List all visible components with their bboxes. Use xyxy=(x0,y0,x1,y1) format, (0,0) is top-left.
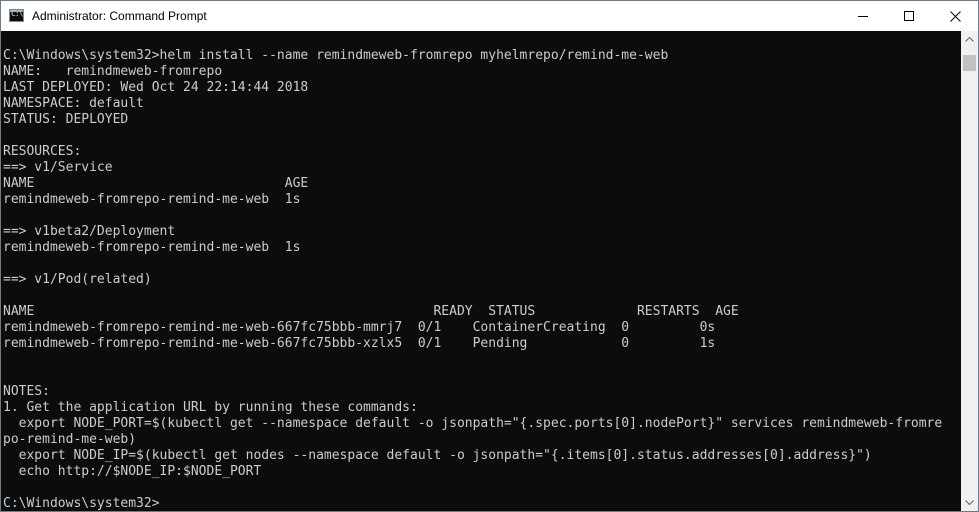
console-line: RESOURCES: xyxy=(3,144,82,159)
close-icon xyxy=(949,10,961,22)
console-line: ==> v1beta2/Deployment xyxy=(3,224,176,239)
console-line: NAMESPACE: default xyxy=(3,96,144,111)
console-line: remindmeweb-fromrepo-remind-me-web 1s xyxy=(3,192,301,207)
maximize-button[interactable] xyxy=(886,1,932,31)
minimize-icon xyxy=(858,15,868,17)
command-prompt-window: C:\ Administrator: Command Prompt C:\Win… xyxy=(0,0,979,512)
console-line: LAST DEPLOYED: Wed Oct 24 22:14:44 2018 xyxy=(3,80,309,95)
scroll-down-arrow-icon xyxy=(965,500,974,505)
console-line: remindmeweb-fromrepo-remind-me-web-667fc… xyxy=(3,320,716,335)
console-line: C:\Windows\system32>helm install --name … xyxy=(3,48,669,63)
app-icon-glyph: C:\ xyxy=(11,9,23,18)
console-line: NOTES: xyxy=(3,384,50,399)
command-prompt-app-icon[interactable]: C:\ xyxy=(9,9,24,22)
scroll-up-arrow-icon xyxy=(965,37,974,42)
console-line: ==> v1/Pod(related) xyxy=(3,272,152,287)
console-output-area[interactable]: C:\Windows\system32>helm install --name … xyxy=(1,31,961,511)
console-line: export NODE_PORT=$(kubectl get --namespa… xyxy=(3,416,943,431)
scroll-down-button[interactable] xyxy=(961,494,978,511)
console-line: remindmeweb-fromrepo-remind-me-web 1s xyxy=(3,240,301,255)
console-line: C:\Windows\system32> xyxy=(3,496,160,511)
maximize-icon xyxy=(904,11,914,21)
console-line: remindmeweb-fromrepo-remind-me-web-667fc… xyxy=(3,336,716,351)
console-line: STATUS: DEPLOYED xyxy=(3,112,129,127)
console-line: NAME: remindmeweb-fromrepo xyxy=(3,64,223,79)
title-bar[interactable]: C:\ Administrator: Command Prompt xyxy=(1,1,978,31)
minimize-button[interactable] xyxy=(840,1,886,31)
window-title: Administrator: Command Prompt xyxy=(32,9,207,23)
scroll-thumb[interactable] xyxy=(963,55,976,71)
vertical-scrollbar[interactable] xyxy=(961,31,978,511)
close-button[interactable] xyxy=(932,1,978,31)
console-line: export NODE_IP=$(kubectl get nodes --nam… xyxy=(3,448,872,463)
console-line: NAME AGE xyxy=(3,176,309,191)
console-line: ==> v1/Service xyxy=(3,160,113,175)
console-line: po-remind-me-web) xyxy=(3,432,137,447)
console-text: C:\Windows\system32>helm install --name … xyxy=(3,48,942,511)
scroll-up-button[interactable] xyxy=(961,31,978,48)
console-line: 1. Get the application URL by running th… xyxy=(3,400,418,415)
console-line: echo http://$NODE_IP:$NODE_PORT xyxy=(3,464,262,479)
console-line: NAME READY STATUS RESTARTS AGE xyxy=(3,304,739,319)
